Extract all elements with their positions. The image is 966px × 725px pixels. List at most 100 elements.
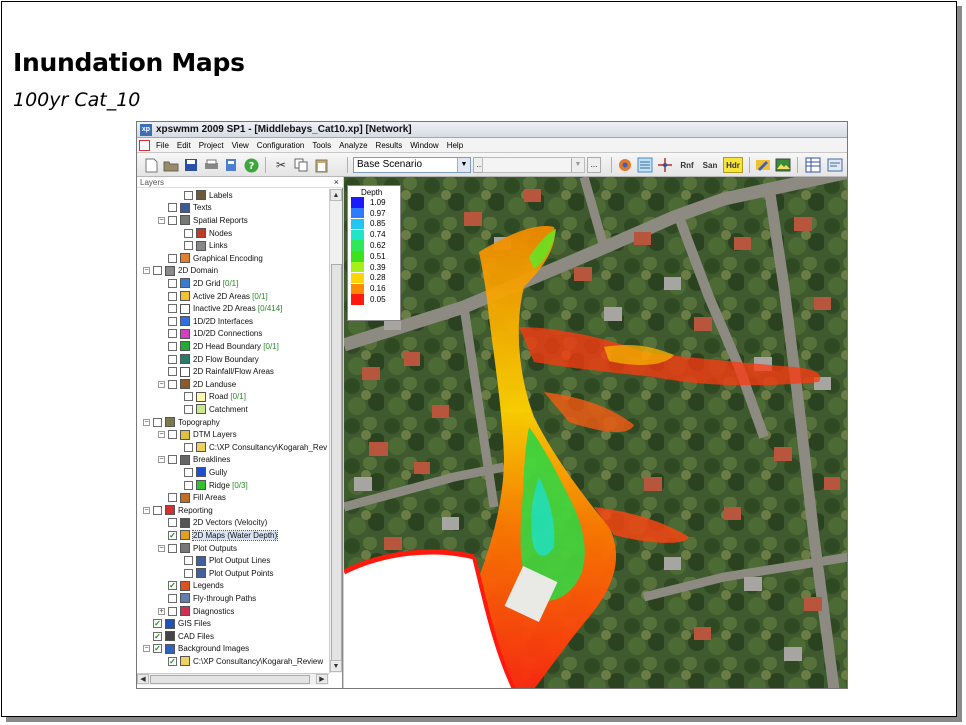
layer-checkbox[interactable]: ✓ bbox=[168, 656, 177, 666]
properties-icon[interactable] bbox=[827, 157, 843, 173]
export-icon[interactable] bbox=[223, 157, 239, 173]
layer-checkbox[interactable] bbox=[168, 316, 177, 326]
layer-checkbox[interactable] bbox=[168, 278, 177, 288]
layer-row[interactable]: − DTM Layers bbox=[158, 428, 237, 441]
layer-checkbox[interactable] bbox=[168, 606, 177, 616]
collapse-icon[interactable]: − bbox=[143, 645, 150, 653]
menu-tools[interactable]: Tools bbox=[312, 141, 331, 150]
layer-checkbox[interactable] bbox=[184, 392, 193, 402]
layers-horizontal-scrollbar[interactable]: ◀ ▶ bbox=[137, 673, 329, 685]
layer-checkbox[interactable] bbox=[168, 304, 177, 314]
layer-checkbox[interactable] bbox=[184, 190, 193, 200]
new-file-icon[interactable] bbox=[143, 157, 159, 173]
layer-row[interactable]: − Spatial Reports bbox=[158, 214, 248, 227]
menu-project[interactable]: Project bbox=[199, 141, 224, 150]
layers-vertical-scrollbar[interactable]: ▲ ▼ bbox=[329, 189, 342, 673]
layer-row[interactable]: Inactive 2D Areas [0/414] bbox=[158, 302, 282, 315]
layer-row[interactable]: − ✓ Background Images bbox=[143, 643, 249, 656]
layer-row[interactable]: ✓ 2D Maps (Water Depth) bbox=[158, 529, 279, 542]
layer-checkbox[interactable] bbox=[168, 379, 177, 389]
layer-row[interactable]: ✓ GIS Files bbox=[143, 617, 211, 630]
layer-checkbox[interactable]: ✓ bbox=[153, 631, 162, 641]
layer-row[interactable]: 1D/2D Interfaces bbox=[158, 315, 253, 328]
scroll-right-icon[interactable]: ▶ bbox=[316, 674, 328, 684]
layer-checkbox[interactable] bbox=[168, 493, 177, 503]
layer-checkbox[interactable] bbox=[168, 291, 177, 301]
collapse-icon[interactable]: − bbox=[158, 456, 165, 464]
image-icon[interactable] bbox=[775, 157, 791, 173]
expand-icon[interactable]: + bbox=[158, 607, 165, 615]
layer-row[interactable]: Ridge [0/3] bbox=[174, 479, 248, 492]
cut-icon[interactable]: ✂ bbox=[273, 157, 289, 173]
layer-row[interactable]: Gully bbox=[174, 466, 227, 479]
layer-checkbox[interactable] bbox=[168, 518, 177, 528]
layer-checkbox[interactable] bbox=[168, 354, 177, 364]
collapse-icon[interactable]: − bbox=[143, 267, 150, 275]
layer-row[interactable]: 2D Grid [0/1] bbox=[158, 277, 238, 290]
layer-row[interactable]: − 2D Domain bbox=[143, 265, 218, 278]
layer-row[interactable]: + Diagnostics bbox=[158, 605, 234, 618]
print-icon[interactable] bbox=[203, 157, 219, 173]
layer-row[interactable]: − Plot Outputs bbox=[158, 542, 237, 555]
layer-checkbox[interactable] bbox=[184, 568, 193, 578]
layer-checkbox[interactable] bbox=[184, 480, 193, 490]
menu-edit[interactable]: Edit bbox=[177, 141, 191, 150]
layer-row[interactable]: ✓ CAD Files bbox=[143, 630, 214, 643]
hdr-button[interactable]: Hdr bbox=[723, 157, 743, 173]
layer-checkbox[interactable] bbox=[184, 228, 193, 238]
collapse-icon[interactable]: − bbox=[143, 418, 150, 426]
layer-checkbox[interactable] bbox=[184, 556, 193, 566]
scroll-down-icon[interactable]: ▼ bbox=[330, 660, 342, 672]
table-icon[interactable] bbox=[805, 157, 821, 173]
layer-checkbox[interactable]: ✓ bbox=[153, 619, 162, 629]
paste-icon[interactable] bbox=[313, 157, 329, 173]
layer-checkbox[interactable] bbox=[168, 329, 177, 339]
layer-row[interactable]: − Topography bbox=[143, 416, 220, 429]
layer-row[interactable]: Fill Areas bbox=[158, 491, 226, 504]
chevron-down-icon[interactable]: ▼ bbox=[457, 158, 470, 172]
layer-row[interactable]: Active 2D Areas [0/1] bbox=[158, 290, 268, 303]
layer-checkbox[interactable] bbox=[168, 543, 177, 553]
menu-window[interactable]: Window bbox=[410, 141, 438, 150]
layer-checkbox[interactable] bbox=[168, 215, 177, 225]
edit-icon[interactable] bbox=[755, 157, 771, 173]
layer-row[interactable]: 2D Flow Boundary bbox=[158, 353, 259, 366]
collapse-icon[interactable]: − bbox=[158, 544, 165, 552]
menu-configuration[interactable]: Configuration bbox=[257, 141, 305, 150]
layer-checkbox[interactable]: ✓ bbox=[153, 644, 162, 654]
layer-checkbox[interactable] bbox=[168, 253, 177, 263]
layer-checkbox[interactable]: ✓ bbox=[168, 581, 177, 591]
layer-row[interactable]: ✓ Legends bbox=[158, 580, 224, 593]
layer-row[interactable]: − Reporting bbox=[143, 504, 213, 517]
layer-row[interactable]: Texts bbox=[158, 202, 212, 215]
secondary-select[interactable]: ▼ bbox=[482, 157, 585, 173]
layer-row[interactable]: Fly-through Paths bbox=[158, 592, 256, 605]
layer-row[interactable]: ✓ C:\XP Consultancy\Kogarah_Review bbox=[158, 655, 323, 668]
scroll-left-icon[interactable]: ◀ bbox=[137, 674, 149, 684]
scrollbar-thumb[interactable] bbox=[331, 264, 342, 664]
menu-file[interactable]: File bbox=[156, 141, 169, 150]
collapse-icon[interactable]: − bbox=[158, 216, 165, 224]
san-button[interactable]: San bbox=[700, 157, 720, 173]
layer-checkbox[interactable] bbox=[168, 341, 177, 351]
layer-checkbox[interactable] bbox=[168, 203, 177, 213]
layer-checkbox[interactable] bbox=[184, 404, 193, 414]
scroll-up-icon[interactable]: ▲ bbox=[330, 189, 342, 201]
layer-row[interactable]: − Breaklines bbox=[158, 454, 230, 467]
chevron-down-icon[interactable]: ▼ bbox=[571, 158, 584, 172]
document-icon[interactable] bbox=[139, 139, 150, 151]
layer-checkbox[interactable] bbox=[184, 241, 193, 251]
menu-results[interactable]: Results bbox=[376, 141, 403, 150]
layer-row[interactable]: Plot Output Points bbox=[174, 567, 273, 580]
scenario-select[interactable]: Base Scenario ▼ bbox=[353, 157, 471, 173]
layer-row[interactable]: Labels bbox=[174, 189, 233, 202]
open-folder-icon[interactable] bbox=[163, 157, 179, 173]
layer-checkbox[interactable] bbox=[168, 430, 177, 440]
save-icon[interactable] bbox=[183, 157, 199, 173]
layer-row[interactable]: Nodes bbox=[174, 227, 232, 240]
layer-checkbox[interactable] bbox=[184, 467, 193, 477]
layer-row[interactable]: Graphical Encoding bbox=[158, 252, 263, 265]
layer-checkbox[interactable] bbox=[168, 367, 177, 377]
menu-help[interactable]: Help bbox=[447, 141, 463, 150]
close-icon[interactable]: × bbox=[334, 177, 339, 188]
